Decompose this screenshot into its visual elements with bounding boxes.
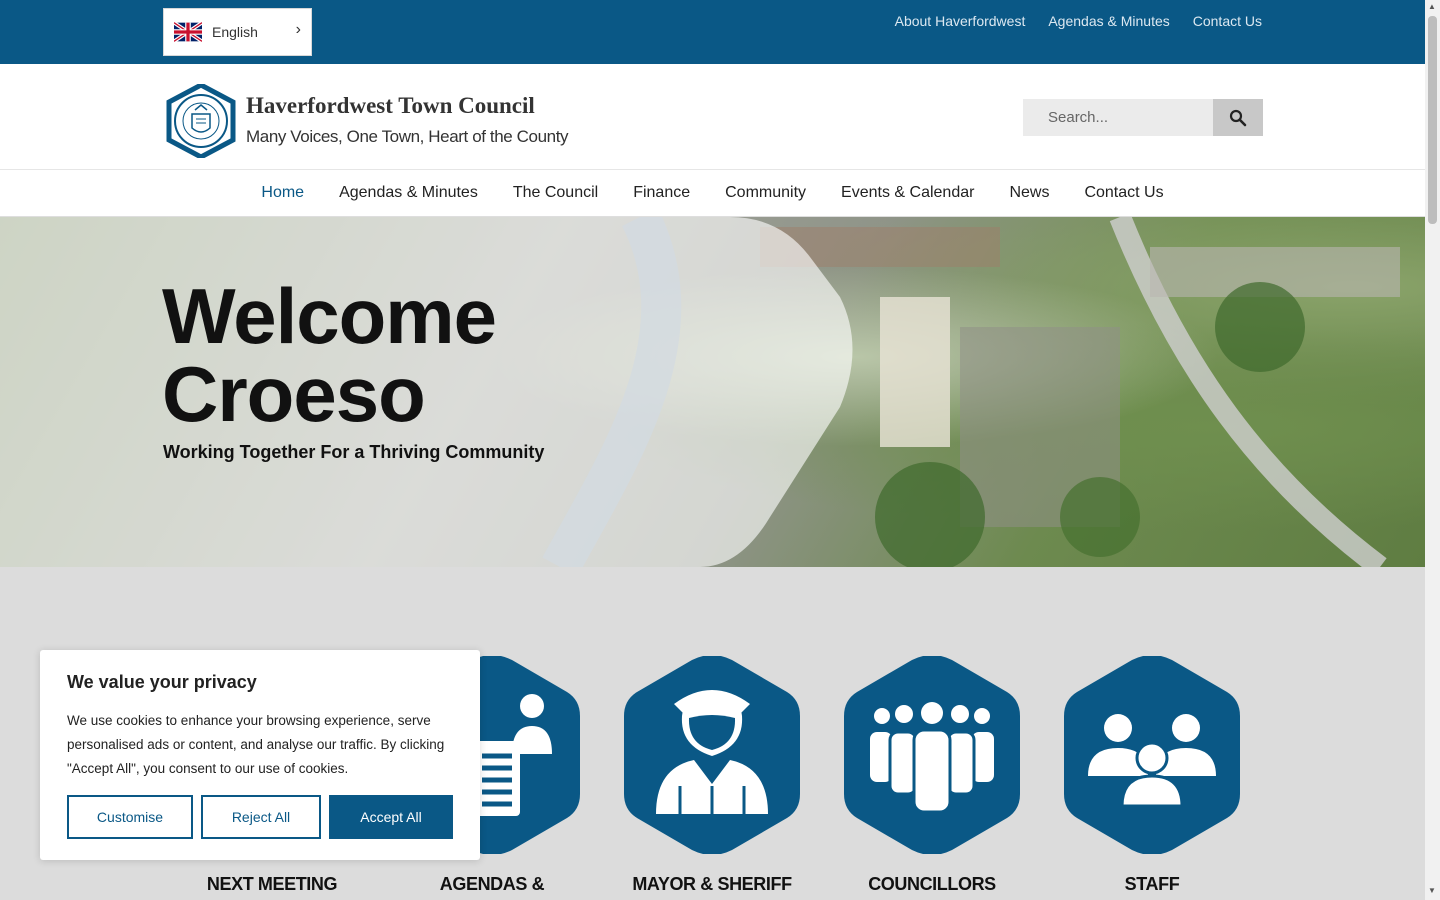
nav-community[interactable]: Community [725, 184, 806, 202]
main-navigation: Home Agendas & Minutes The Council Finan… [0, 170, 1425, 217]
council-crest-logo[interactable] [166, 84, 236, 158]
customise-button[interactable]: Customise [67, 795, 193, 839]
toplink-about[interactable]: About Haverfordwest [895, 13, 1026, 29]
top-bar: English › About Haverfordwest Agendas & … [0, 0, 1425, 64]
tile-mayor-sheriff[interactable]: MAYOR & SHERIFF [622, 656, 802, 895]
page-scrollbar[interactable]: ▲ ▼ [1425, 0, 1440, 900]
hero-heading: Welcome Croeso [162, 277, 497, 433]
site-tagline: Many Voices, One Town, Heart of the Coun… [246, 127, 569, 146]
staff-icon [1064, 656, 1240, 854]
hero-heading-english: Welcome [162, 272, 497, 360]
tile-label: NEXT MEETING [206, 874, 338, 894]
cookie-title: We value your privacy [67, 672, 257, 692]
nav-contact-us[interactable]: Contact Us [1084, 184, 1163, 202]
search-form [1023, 99, 1263, 136]
search-icon [1229, 109, 1247, 126]
scrollbar-thumb[interactable] [1428, 16, 1437, 224]
tile-label: COUNCILLORS [868, 874, 996, 894]
nav-agendas-minutes[interactable]: Agendas & Minutes [339, 184, 478, 202]
language-selector[interactable]: English › [163, 8, 312, 56]
nav-the-council[interactable]: The Council [513, 184, 598, 202]
tile-label: AGENDAS & [439, 874, 545, 894]
toplink-agendas[interactable]: Agendas & Minutes [1048, 13, 1169, 29]
nav-home[interactable]: Home [261, 184, 304, 202]
chevron-right-icon: › [295, 21, 301, 38]
site-title[interactable]: Haverfordwest Town Council [246, 93, 535, 119]
cookie-body: We use cookies to enhance your browsing … [67, 713, 445, 776]
tile-label: MAYOR & SHERIFF [632, 874, 792, 894]
hero-subtitle: Working Together For a Thriving Communit… [163, 442, 545, 462]
mayor-icon [624, 656, 800, 854]
tile-councillors[interactable]: COUNCILLORS [842, 656, 1022, 895]
search-button[interactable] [1213, 99, 1263, 136]
hero-heading-welsh: Croeso [162, 350, 426, 438]
toplink-contact[interactable]: Contact Us [1193, 13, 1262, 29]
cookie-consent-banner: We value your privacy We use cookies to … [40, 650, 480, 860]
nav-news[interactable]: News [1009, 184, 1049, 202]
utility-links: About Haverfordwest Agendas & Minutes Co… [895, 13, 1262, 29]
nav-finance[interactable]: Finance [633, 184, 690, 202]
reject-all-button[interactable]: Reject All [201, 795, 321, 839]
search-input[interactable] [1023, 99, 1213, 136]
nav-events-calendar[interactable]: Events & Calendar [841, 184, 974, 202]
scroll-up-icon[interactable]: ▲ [1428, 2, 1436, 11]
tile-label: STAFF [1124, 874, 1180, 894]
scroll-down-icon[interactable]: ▼ [1428, 886, 1436, 895]
uk-flag-icon [174, 22, 202, 42]
accept-all-button[interactable]: Accept All [329, 795, 453, 839]
tile-staff[interactable]: STAFF [1062, 656, 1242, 895]
site-header: Haverfordwest Town Council Many Voices, … [0, 64, 1425, 170]
hero-banner: Welcome Croeso Working Together For a Th… [0, 217, 1425, 567]
language-label: English [212, 24, 258, 40]
councillors-icon [844, 656, 1020, 854]
cookie-actions: Customise Reject All Accept All [67, 795, 453, 839]
